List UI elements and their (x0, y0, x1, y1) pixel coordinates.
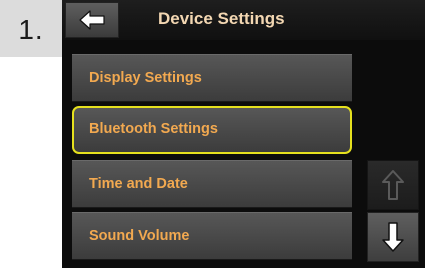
step-number: 1. (18, 13, 44, 45)
header-bar: Device Settings (62, 0, 425, 40)
menu-item-label: Time and Date (89, 176, 188, 192)
device-screen: Device Settings Display Settings Bluetoo… (62, 0, 425, 268)
menu-item-display-settings[interactable]: Display Settings (72, 54, 352, 102)
menu-item-label: Sound Volume (89, 228, 190, 244)
arrow-down-icon (382, 222, 404, 252)
step-tab: 1. (0, 0, 62, 57)
menu-item-time-and-date[interactable]: Time and Date (72, 160, 352, 208)
menu-item-sound-volume[interactable]: Sound Volume (72, 212, 352, 260)
arrow-up-icon (382, 170, 404, 200)
page-title: Device Settings (158, 9, 285, 28)
arrow-left-icon (79, 10, 105, 30)
menu-item-bluetooth-settings[interactable]: Bluetooth Settings (72, 106, 352, 154)
menu-item-label: Display Settings (89, 70, 202, 86)
scroll-up-button[interactable] (367, 160, 419, 210)
menu-item-label: Bluetooth Settings (89, 121, 218, 137)
back-button[interactable] (65, 2, 119, 38)
scroll-down-button[interactable] (367, 212, 419, 262)
